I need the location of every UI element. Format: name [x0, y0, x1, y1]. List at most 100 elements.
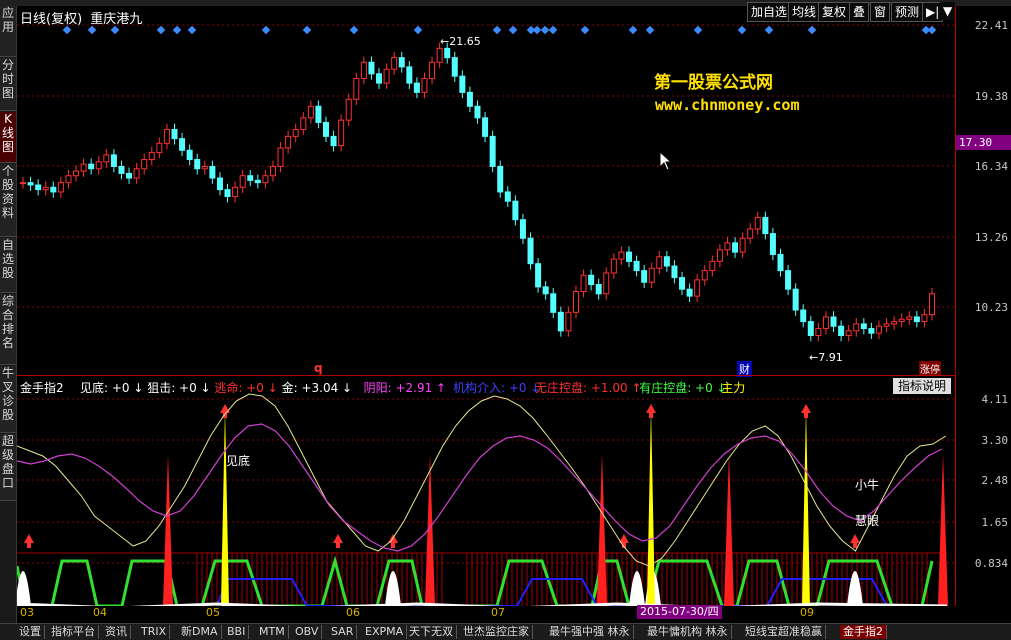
x-tick: 09	[800, 606, 814, 619]
candle-body	[777, 253, 784, 272]
sidebar-app[interactable]: 应用	[0, 6, 16, 57]
candle-body	[633, 260, 640, 272]
candle-body	[42, 186, 49, 191]
candle-body	[216, 177, 223, 191]
green-signal-line	[17, 555, 934, 606]
x-tick: 07	[491, 606, 505, 619]
bottom-tab[interactable]: 最牛强中强 林永	[546, 625, 634, 639]
bottom-tab[interactable]: SAR	[328, 625, 358, 639]
low-price-marker: ←7.91	[809, 351, 843, 364]
add-watchlist-button[interactable]: 加自选	[747, 2, 792, 22]
candle-body	[785, 270, 792, 290]
red-up-arrow-icon	[646, 404, 656, 418]
candle-body	[875, 325, 882, 334]
bottom-tab[interactable]: 世杰监控庄家	[460, 625, 533, 639]
candle-body	[739, 237, 746, 253]
candle-body	[118, 165, 125, 174]
sidebar-intraday-chart[interactable]: 分时图	[0, 58, 16, 111]
bottom-tab[interactable]: MTM	[256, 625, 289, 639]
sidebar-watchlist[interactable]: 自选股	[0, 238, 16, 293]
candle-body	[868, 328, 875, 334]
candle-body	[163, 128, 170, 144]
candle-body	[929, 293, 935, 316]
candle-body	[35, 184, 42, 191]
candle-body	[126, 172, 133, 179]
bottom-tab[interactable]: EXPMA	[362, 625, 408, 639]
signal-diamond-icon	[302, 25, 312, 35]
price-label: 13.26	[974, 231, 1008, 244]
candle-body	[277, 147, 284, 167]
x-tick: 06	[346, 606, 360, 619]
candle-body	[906, 316, 913, 320]
red-spike	[163, 454, 173, 606]
candle-body	[436, 47, 443, 63]
yellow-spike	[802, 408, 810, 606]
chart-canvas[interactable]	[17, 6, 955, 606]
candlestick-series	[20, 42, 935, 342]
candle-body	[391, 57, 398, 70]
bottom-tab[interactable]: OBV	[292, 625, 323, 639]
ma-button[interactable]: 均线	[788, 2, 821, 22]
candle-body	[323, 121, 329, 137]
bottom-tab[interactable]: 设置	[16, 625, 45, 639]
candle-body	[300, 117, 307, 130]
indicator-legend-item: 主力	[721, 381, 746, 395]
red-spike	[597, 454, 607, 606]
candle-body	[679, 277, 686, 290]
sidebar-ranking[interactable]: 综合排名	[0, 294, 16, 365]
candle-body	[141, 159, 148, 170]
sidebar-stock-info[interactable]: 个股资料	[0, 164, 16, 237]
candle-body	[88, 163, 95, 170]
bottom-tab[interactable]: BBI	[224, 625, 250, 639]
left-sidebar: 应用 分时图 K线图 个股资料 自选股 综合排名 牛叉诊股 超级盘口	[0, 6, 17, 623]
candle-body	[65, 175, 72, 184]
candle-body	[345, 98, 352, 121]
signal-diamond-icon	[261, 25, 271, 35]
signal-diamond-icon	[492, 25, 502, 35]
bottom-tab[interactable]: 短线宝超准稳赢	[742, 625, 826, 639]
sidebar-kline-chart[interactable]: K线图	[0, 112, 16, 163]
red-up-arrow-icon	[388, 534, 398, 548]
stock-name: 重庆港九	[90, 12, 143, 27]
indicator-name: 金手指2	[20, 381, 64, 395]
bottom-tab[interactable]: 新DMA	[178, 625, 222, 639]
adjust-button[interactable]: 复权	[818, 2, 851, 22]
candle-body	[747, 228, 754, 239]
bottom-tab[interactable]: 金手指2	[840, 625, 887, 639]
bottom-tab[interactable]: 指标平台	[48, 625, 99, 639]
candle-body	[444, 47, 451, 59]
watermark-url: www.chnmoney.com	[655, 96, 800, 114]
candle-body	[565, 311, 572, 332]
signal-diamond-icon	[156, 25, 166, 35]
sidebar-super-panel[interactable]: 超级盘口	[0, 434, 16, 501]
signal-diamond-icon	[764, 25, 774, 35]
candle-body	[186, 149, 193, 161]
candle-body	[656, 256, 663, 269]
candle-body	[641, 270, 648, 283]
window-button[interactable]: 窗	[870, 2, 891, 22]
candle-body	[701, 270, 708, 281]
bottom-tab[interactable]: 最牛慵机构 林永	[644, 625, 732, 639]
bottom-tab[interactable]: 资讯	[102, 625, 131, 639]
chevron-down-icon[interactable]: ▼	[940, 2, 956, 20]
watermark-title: 第一股票公式网	[654, 73, 773, 93]
candle-body	[383, 68, 390, 84]
bottom-tab[interactable]: TRIX	[138, 625, 171, 639]
bottom-tab[interactable]: 天下无双	[406, 625, 457, 639]
candle-body	[845, 330, 852, 336]
candle-body	[800, 309, 807, 323]
white-peak	[847, 571, 863, 606]
indicator-axis-label: 4.11	[981, 393, 1009, 406]
signal-diamond-icon	[807, 25, 817, 35]
candle-body	[247, 175, 254, 181]
overlay-button[interactable]: 叠	[849, 2, 870, 22]
sidebar-stock-diagnosis[interactable]: 牛叉诊股	[0, 366, 16, 433]
indicator-help-button[interactable]: 指标说明	[893, 378, 951, 394]
limit-up-badge[interactable]: 涨停	[919, 361, 941, 376]
candle-body	[338, 119, 345, 147]
magenta-indicator-line	[17, 423, 943, 552]
forecast-button[interactable]: 预测	[891, 2, 924, 22]
jiandi-annotation: 见底	[226, 454, 251, 468]
candle-body	[360, 61, 367, 79]
signal-diamond-icon	[580, 25, 590, 35]
